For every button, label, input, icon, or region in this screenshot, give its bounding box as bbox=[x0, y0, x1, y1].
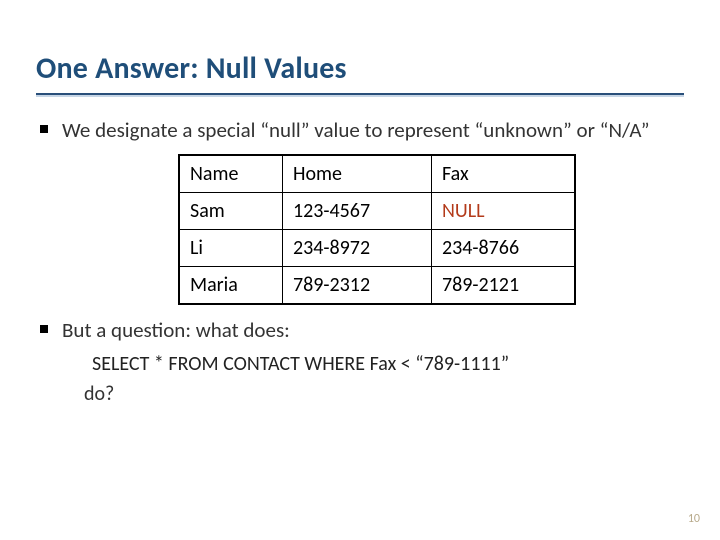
cell-home: 234-8972 bbox=[283, 229, 432, 266]
table-row: Maria 789-2312 789-2121 bbox=[179, 266, 575, 304]
table-row: Sam 123-4567 NULL bbox=[179, 192, 575, 229]
col-header-name: Name bbox=[179, 155, 283, 193]
body-list-2: But a question: what does: bbox=[36, 317, 684, 344]
bullet-null-definition: We designate a special “null” value to r… bbox=[36, 117, 684, 144]
col-header-home: Home bbox=[283, 155, 432, 193]
cell-name: Li bbox=[179, 229, 283, 266]
body-list: We designate a special “null” value to r… bbox=[36, 117, 684, 144]
cell-fax: 234-8766 bbox=[432, 229, 576, 266]
table-header-row: Name Home Fax bbox=[179, 155, 575, 193]
contact-table: Name Home Fax Sam 123-4567 NULL Li 234-8… bbox=[178, 154, 576, 305]
cell-home: 789-2312 bbox=[283, 266, 432, 304]
col-header-fax: Fax bbox=[432, 155, 576, 193]
question-do: do? bbox=[84, 382, 684, 406]
bullet-question: But a question: what does: bbox=[36, 317, 684, 344]
cell-name: Maria bbox=[179, 266, 283, 304]
slide: One Answer: Null Values We designate a s… bbox=[0, 0, 720, 540]
table-row: Li 234-8972 234-8766 bbox=[179, 229, 575, 266]
sql-query: SELECT * FROM CONTACT WHERE Fax < “789-1… bbox=[92, 352, 684, 376]
cell-home: 123-4567 bbox=[283, 192, 432, 229]
page-number: 10 bbox=[688, 512, 700, 526]
contact-table-wrap: Name Home Fax Sam 123-4567 NULL Li 234-8… bbox=[178, 154, 684, 305]
title-rule-light bbox=[36, 95, 684, 97]
page-title: One Answer: Null Values bbox=[36, 50, 684, 87]
cell-fax: 789-2121 bbox=[432, 266, 576, 304]
cell-name: Sam bbox=[179, 192, 283, 229]
cell-fax: NULL bbox=[432, 192, 576, 229]
